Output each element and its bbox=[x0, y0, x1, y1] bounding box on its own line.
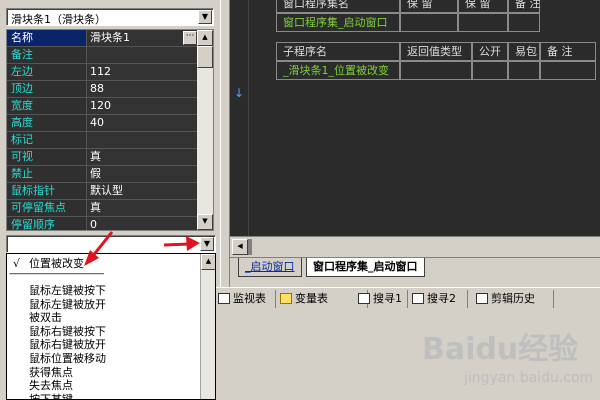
panel-splitter[interactable] bbox=[220, 0, 230, 287]
tab-watch-label: 监视表 bbox=[233, 292, 266, 305]
event-item[interactable]: 鼠标右键被放开 bbox=[29, 338, 106, 351]
event-item[interactable]: 鼠标左键被放开 bbox=[29, 298, 106, 311]
document-tabs: _启动窗口 窗口程序集_启动窗口 bbox=[230, 257, 600, 279]
tab-search1[interactable]: 搜寻1 bbox=[356, 290, 408, 308]
code-editor[interactable]: ↓ 窗口程序集名 保 留 保 留 备 注 窗口程序集_启动窗口 子程序名 返回值… bbox=[230, 0, 600, 258]
t1-header-2: 保 留 bbox=[458, 0, 508, 13]
tab-search1-label: 搜寻1 bbox=[373, 292, 402, 305]
t2-cell-name[interactable]: _滑块条1_位置被改变 bbox=[276, 61, 400, 80]
scroll-left-icon[interactable]: ◀ bbox=[232, 239, 248, 255]
t2-header-2: 公开 bbox=[472, 42, 508, 61]
tab-clip-history[interactable]: 剪辑历史 bbox=[474, 290, 554, 308]
t2-cell-1[interactable] bbox=[400, 61, 472, 80]
tab-watch[interactable]: 监视表 bbox=[216, 290, 276, 308]
event-item[interactable]: 鼠标左键被按下 bbox=[29, 284, 106, 297]
watermark-url: jingyan.baidu.com bbox=[464, 370, 594, 386]
t2-cell-2[interactable] bbox=[472, 61, 508, 80]
t2-header-1: 返回值类型 bbox=[400, 42, 472, 61]
red-arrow-icon bbox=[84, 231, 200, 266]
baidu-watermark: Baidu经验 jingyan.baidu.com bbox=[420, 324, 594, 400]
event-item[interactable]: 被双击 bbox=[29, 311, 62, 324]
t2-header-3: 易包 bbox=[508, 42, 540, 61]
tab-clip-history-label: 剪辑历史 bbox=[491, 292, 535, 305]
event-item[interactable]: 按下某键 bbox=[29, 393, 73, 399]
t2-header-0: 子程序名 bbox=[276, 42, 400, 61]
tab-variables[interactable]: 变量表 bbox=[278, 290, 368, 308]
bottom-tool-tabs: 监视表 变量表 搜寻1 搜寻2 剪辑历史 bbox=[216, 287, 600, 309]
event-item[interactable]: 鼠标右键被按下 bbox=[29, 325, 106, 338]
t1-cell-3[interactable] bbox=[508, 13, 540, 32]
t1-cell-1[interactable] bbox=[400, 13, 458, 32]
clipboard-icon bbox=[476, 293, 488, 304]
tab-variables-label: 变量表 bbox=[295, 292, 328, 305]
scroll-divider bbox=[248, 239, 252, 255]
event-item[interactable]: 获得焦点 bbox=[29, 366, 73, 379]
t1-cell-2[interactable] bbox=[458, 13, 508, 32]
property-panel: 滑块条1（滑块条） ▼ 名称 滑块条1 备注 左边 112 顶边 88 宽度 120 高度 40 标记… bbox=[0, 0, 220, 400]
t2-cell-4[interactable] bbox=[540, 61, 596, 80]
event-item[interactable]: 失去焦点 bbox=[29, 379, 73, 392]
t1-header-1: 保 留 bbox=[400, 0, 458, 13]
editor-gutter: ↓ bbox=[230, 0, 249, 236]
search-icon bbox=[358, 293, 370, 304]
arrow-down-icon: ↓ bbox=[234, 86, 245, 100]
search-icon bbox=[412, 293, 424, 304]
t1-cell-name[interactable]: 窗口程序集_启动窗口 bbox=[276, 13, 400, 32]
t1-header-3: 备 注 bbox=[508, 0, 541, 13]
tab-search2[interactable]: 搜寻2 bbox=[410, 290, 468, 308]
tab-search2-label: 搜寻2 bbox=[427, 292, 456, 305]
editor-hscrollbar[interactable]: ◀ bbox=[230, 236, 600, 258]
t2-header-4: 备 注 bbox=[540, 42, 596, 61]
t2-cell-3[interactable] bbox=[508, 61, 540, 80]
tab-startup-window[interactable]: _启动窗口 bbox=[238, 258, 302, 277]
event-item[interactable]: 鼠标位置被移动 bbox=[29, 352, 106, 365]
watch-icon bbox=[218, 293, 230, 304]
watermark-brand: Baidu经验 bbox=[422, 332, 579, 367]
t1-header-0: 窗口程序集名 bbox=[276, 0, 400, 13]
variables-icon bbox=[280, 293, 292, 304]
tab-window-assembly[interactable]: 窗口程序集_启动窗口 bbox=[306, 258, 425, 277]
